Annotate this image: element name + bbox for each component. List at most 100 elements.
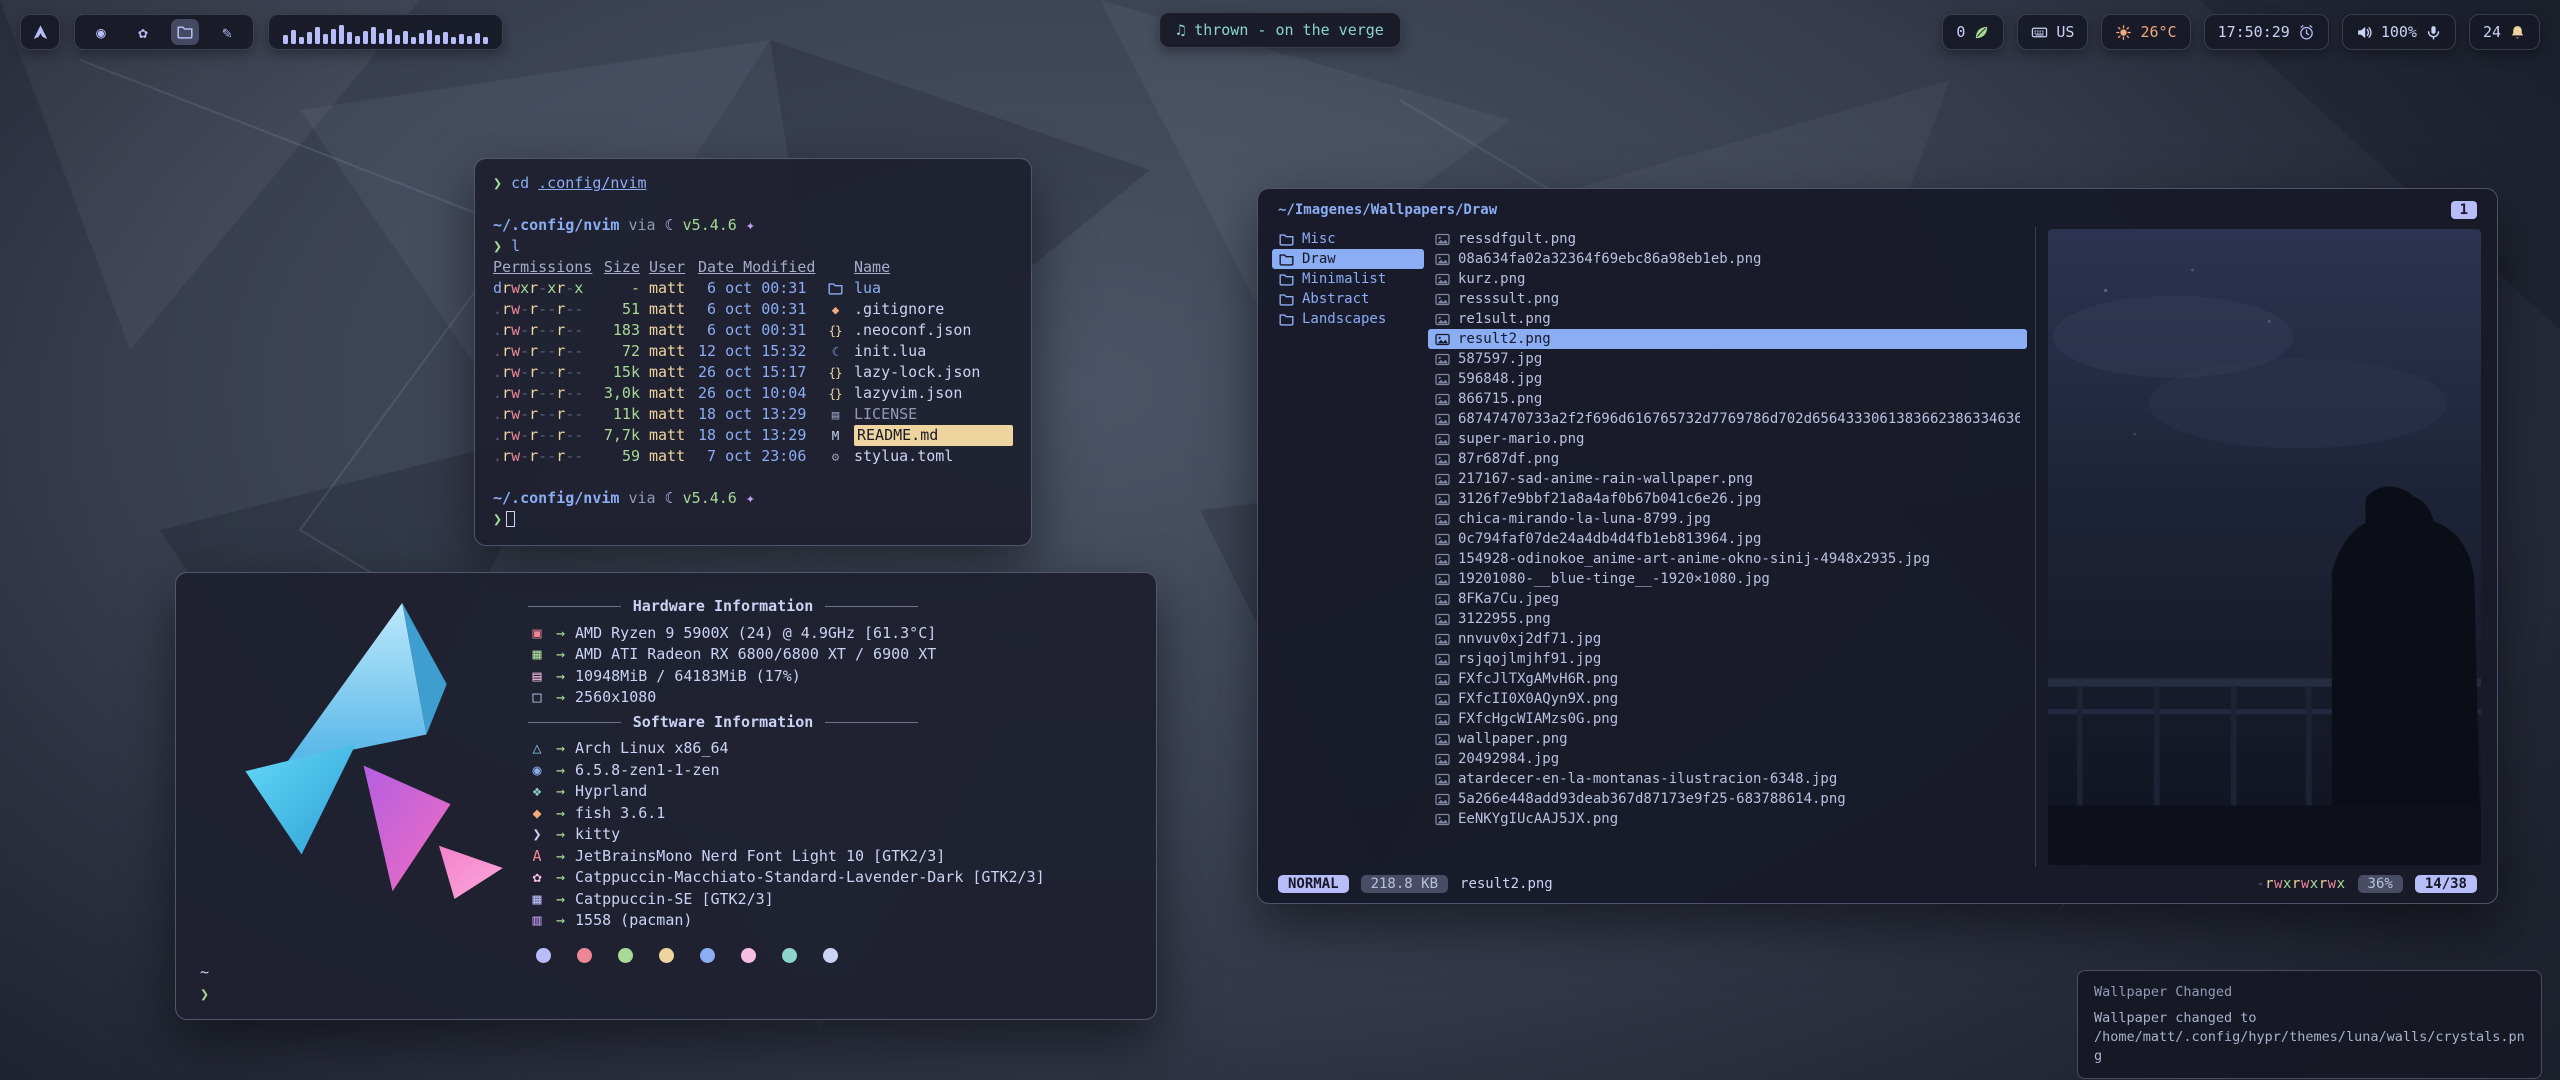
software-list: △→Arch Linux x86_64◉→6.5.8-zen1-1-zen❖→H… bbox=[528, 738, 1134, 932]
prompt-path: ~ bbox=[200, 961, 209, 983]
topbar: ◉ ✿ ✎ ♫ thrown - on the verge 0 US 26°C bbox=[0, 12, 2560, 52]
visualizer-bar bbox=[387, 29, 392, 44]
notification-popup[interactable]: Wallpaper Changed Wallpaper changed to /… bbox=[2077, 970, 2542, 1079]
arrow-icon: → bbox=[556, 666, 565, 688]
file-item[interactable]: 596848.jpg bbox=[1428, 369, 2027, 389]
workspace-2[interactable]: ✿ bbox=[129, 19, 157, 45]
file-item[interactable]: 217167-sad-anime-rain-wallpaper.png bbox=[1428, 469, 2027, 489]
image-icon bbox=[1435, 453, 1450, 466]
leaf-icon bbox=[1973, 24, 1990, 41]
orb-icon: ◉ bbox=[96, 23, 106, 42]
file-item[interactable]: re1sult.png bbox=[1428, 309, 2027, 329]
terminal-window-nvim[interactable]: ❯ cd .config/nvim ~/.config/nvim via ☾ v… bbox=[474, 158, 1032, 546]
mode-badge: NORMAL bbox=[1278, 875, 1349, 893]
music-widget[interactable]: ♫ thrown - on the verge bbox=[1159, 12, 1401, 48]
file-item[interactable]: FXfcII0X0AQyn9X.png bbox=[1428, 689, 2027, 709]
lua-moon-icon: ☾ bbox=[665, 489, 674, 507]
folder-item[interactable]: Landscapes bbox=[1272, 309, 1424, 329]
terminal-cursor bbox=[506, 511, 515, 527]
file-item[interactable]: atardecer-en-la-montanas-ilustracion-634… bbox=[1428, 769, 2027, 789]
folder-item[interactable]: Misc bbox=[1272, 229, 1424, 249]
fetch-line: ◆→fish 3.6.1 bbox=[528, 803, 1134, 825]
image-icon bbox=[1435, 473, 1450, 486]
file-item[interactable]: 20492984.jpg bbox=[1428, 749, 2027, 769]
file-item[interactable]: result2.png bbox=[1428, 329, 2027, 349]
fetch-shell-prompt: ~ ❯ bbox=[200, 961, 209, 1005]
file-item[interactable]: nnvuv0xj2df71.jpg bbox=[1428, 629, 2027, 649]
file-item[interactable]: 866715.png bbox=[1428, 389, 2027, 409]
launcher-button[interactable] bbox=[20, 14, 60, 50]
file-item[interactable]: super-mario.png bbox=[1428, 429, 2027, 449]
file-item[interactable]: wallpaper.png bbox=[1428, 729, 2027, 749]
file-item[interactable]: rsjqojlmjhf91.jpg bbox=[1428, 649, 2027, 669]
starship-prompt-2: ~/.config/nvim via ☾ v5.4.6 ✦ bbox=[493, 488, 1013, 509]
folder-icon bbox=[1279, 273, 1294, 286]
file-manager-window[interactable]: ~/Imagenes/Wallpapers/Draw 1 MiscDrawMin… bbox=[1257, 188, 2498, 904]
volume-module[interactable]: 100% bbox=[2342, 14, 2456, 50]
visualizer-bar bbox=[467, 36, 472, 44]
folder-icon bbox=[1279, 313, 1294, 326]
file-item[interactable]: 08a634fa02a32364f69ebc86a98eb1eb.png bbox=[1428, 249, 2027, 269]
terminal-window-fetch[interactable]: Hardware Information ▣→AMD Ryzen 9 5900X… bbox=[175, 572, 1157, 1020]
file-item[interactable]: 3122955.png bbox=[1428, 609, 2027, 629]
file-item[interactable]: 0c794faf07de24a4db4d4fb1eb813964.jpg bbox=[1428, 529, 2027, 549]
visualizer-bar bbox=[451, 37, 456, 44]
updates-module[interactable]: 0 bbox=[1942, 14, 2004, 50]
file-item[interactable]: FXfcHgcWIAMzs0G.png bbox=[1428, 709, 2027, 729]
workspace-3[interactable] bbox=[171, 19, 199, 45]
icon-theme-icon: ▦ bbox=[528, 889, 546, 911]
image-icon bbox=[1435, 773, 1450, 786]
notifications-module[interactable]: 24 bbox=[2469, 14, 2540, 50]
file-item[interactable]: kurz.png bbox=[1428, 269, 2027, 289]
clock-icon bbox=[2298, 24, 2315, 41]
file-item[interactable]: chica-mirando-la-luna-8799.jpg bbox=[1428, 509, 2027, 529]
json-icon: {} bbox=[825, 383, 845, 404]
folder-item[interactable]: Abstract bbox=[1272, 289, 1424, 309]
visualizer-bar bbox=[475, 33, 480, 44]
keyboard-layout-module[interactable]: US bbox=[2017, 14, 2088, 50]
image-icon bbox=[1435, 613, 1450, 626]
clock-module[interactable]: 17:50:29 bbox=[2204, 14, 2329, 50]
fetch-line: ❯→kitty bbox=[528, 824, 1134, 846]
music-title: thrown - on the verge bbox=[1194, 21, 1384, 39]
workspace-4[interactable]: ✎ bbox=[213, 19, 241, 45]
image-icon bbox=[1435, 293, 1450, 306]
file-item[interactable]: 68747470733a2f2f696d616765732d7769786d70… bbox=[1428, 409, 2027, 429]
file-item[interactable]: 8FKa7Cu.jpeg bbox=[1428, 589, 2027, 609]
file-item[interactable]: 587597.jpg bbox=[1428, 349, 2027, 369]
speaker-icon bbox=[2356, 24, 2373, 41]
file-item[interactable]: resssult.png bbox=[1428, 289, 2027, 309]
command-arg: .config/nvim bbox=[538, 174, 646, 192]
image-icon bbox=[1435, 693, 1450, 706]
weather-module[interactable]: 26°C bbox=[2101, 14, 2190, 50]
file-item[interactable]: 5a266e448add93deab367d87173e9f25-6837886… bbox=[1428, 789, 2027, 809]
folder-item[interactable]: Minimalist bbox=[1272, 269, 1424, 289]
ls-header-row: PermissionsSizeUserDate ModifiedName bbox=[493, 257, 1013, 278]
json-icon: {} bbox=[825, 362, 845, 383]
image-icon bbox=[1435, 813, 1450, 826]
file-item[interactable]: EeNKYgIUcAAJ5JX.png bbox=[1428, 809, 2027, 829]
paw-icon: ✿ bbox=[138, 23, 148, 42]
file-item[interactable]: ressdfgult.png bbox=[1428, 229, 2027, 249]
notification-title: Wallpaper Changed bbox=[2094, 983, 2525, 1002]
cpu-icon: ▣ bbox=[528, 623, 546, 645]
visualizer-bar bbox=[307, 32, 312, 44]
folder-icon bbox=[1279, 233, 1294, 246]
file-item[interactable]: 3126f7e9bbf21a8a4af0b67b041c6e26.jpg bbox=[1428, 489, 2027, 509]
visualizer-bar bbox=[331, 29, 336, 44]
file-item[interactable]: 87r687df.png bbox=[1428, 449, 2027, 469]
image-icon bbox=[1435, 313, 1450, 326]
folder-item[interactable]: Draw bbox=[1272, 249, 1424, 269]
visualizer-bar bbox=[443, 32, 448, 44]
file-item[interactable]: FXfcJlTXgAMvH6R.png bbox=[1428, 669, 2027, 689]
workspace-1[interactable]: ◉ bbox=[87, 19, 115, 45]
starship-prompt-1: ~/.config/nvim via ☾ v5.4.6 ✦ bbox=[493, 215, 1013, 236]
image-icon bbox=[1435, 333, 1450, 346]
palette-dot bbox=[659, 948, 674, 963]
arrow-icon: → bbox=[556, 824, 565, 846]
file-item[interactable]: 19201080-__blue-tinge__-1920×1080.jpg bbox=[1428, 569, 2027, 589]
image-icon bbox=[1435, 653, 1450, 666]
tab-badge[interactable]: 1 bbox=[2451, 201, 2477, 219]
file-item[interactable]: 154928-odinokoe_anime-art-anime-okno-sin… bbox=[1428, 549, 2027, 569]
terminal-color-palette bbox=[536, 948, 1134, 963]
